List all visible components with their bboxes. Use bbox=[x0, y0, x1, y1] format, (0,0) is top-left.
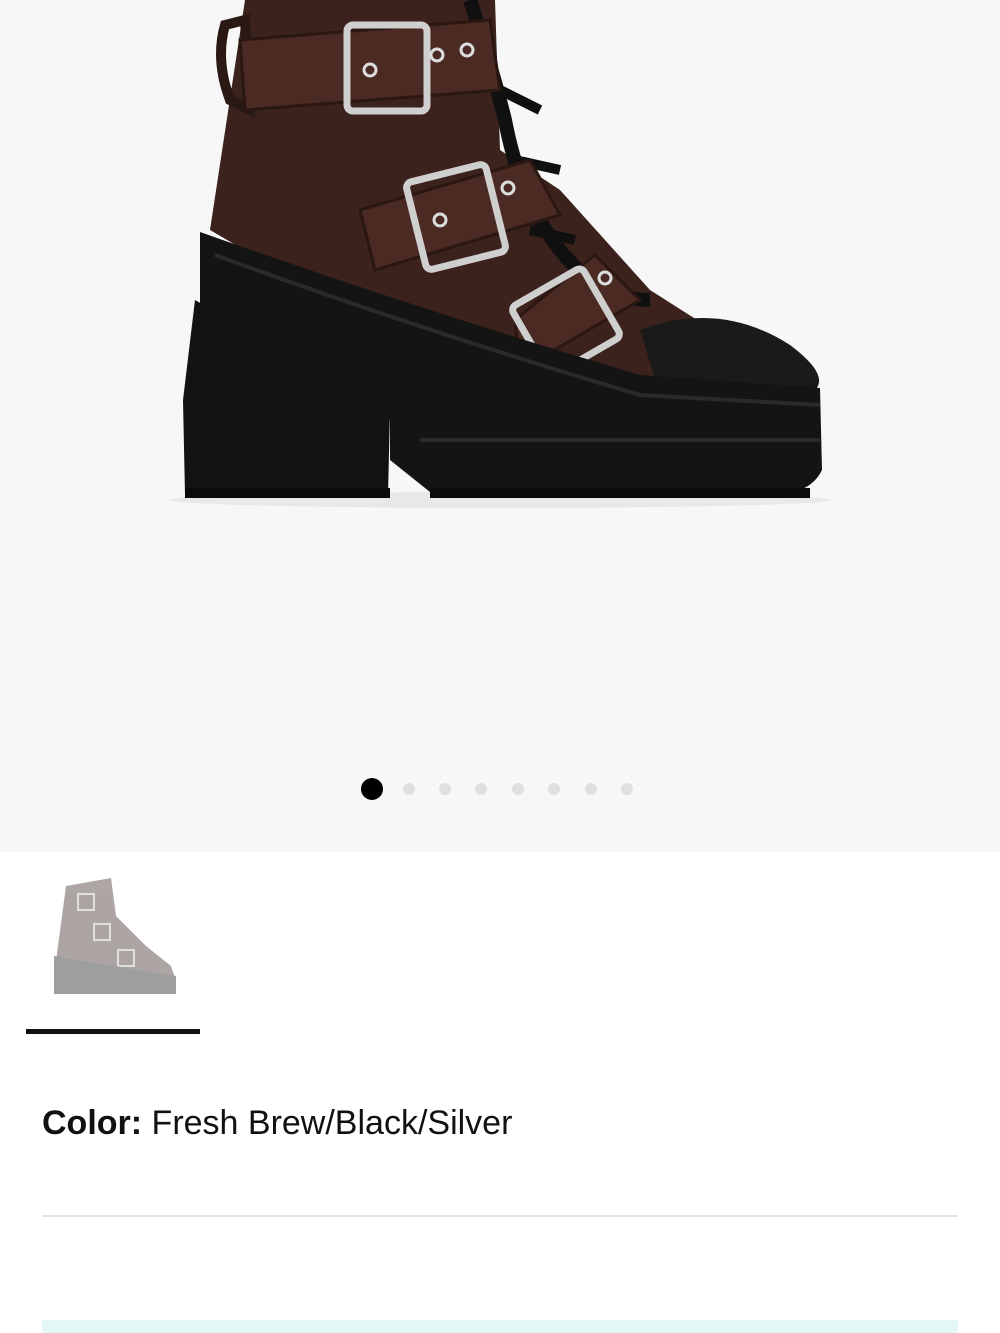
carousel-dot-4[interactable] bbox=[475, 783, 487, 795]
color-label: Color: bbox=[42, 1104, 143, 1142]
boot-product-image bbox=[170, 0, 830, 508]
carousel-dot-7[interactable] bbox=[585, 783, 597, 795]
product-image-gallery[interactable] bbox=[0, 0, 1000, 852]
carousel-dot-5[interactable] bbox=[512, 783, 524, 795]
carousel-dot-1[interactable] bbox=[361, 778, 383, 800]
carousel-pagination bbox=[0, 778, 1000, 800]
color-value: Fresh Brew/Black/Silver bbox=[151, 1104, 513, 1142]
color-swatch-thumbnail[interactable] bbox=[26, 866, 200, 1036]
section-divider bbox=[42, 1215, 958, 1217]
selected-color: Color: Fresh Brew/Black/Silver bbox=[42, 1104, 512, 1143]
carousel-dot-6[interactable] bbox=[548, 783, 560, 795]
carousel-dot-8[interactable] bbox=[621, 783, 633, 795]
thumbnail-selected-indicator bbox=[26, 1029, 200, 1034]
boot-thumbnail-image bbox=[54, 878, 176, 994]
carousel-dot-3[interactable] bbox=[439, 783, 451, 795]
action-button-partial[interactable] bbox=[42, 1320, 958, 1333]
carousel-dot-2[interactable] bbox=[403, 783, 415, 795]
